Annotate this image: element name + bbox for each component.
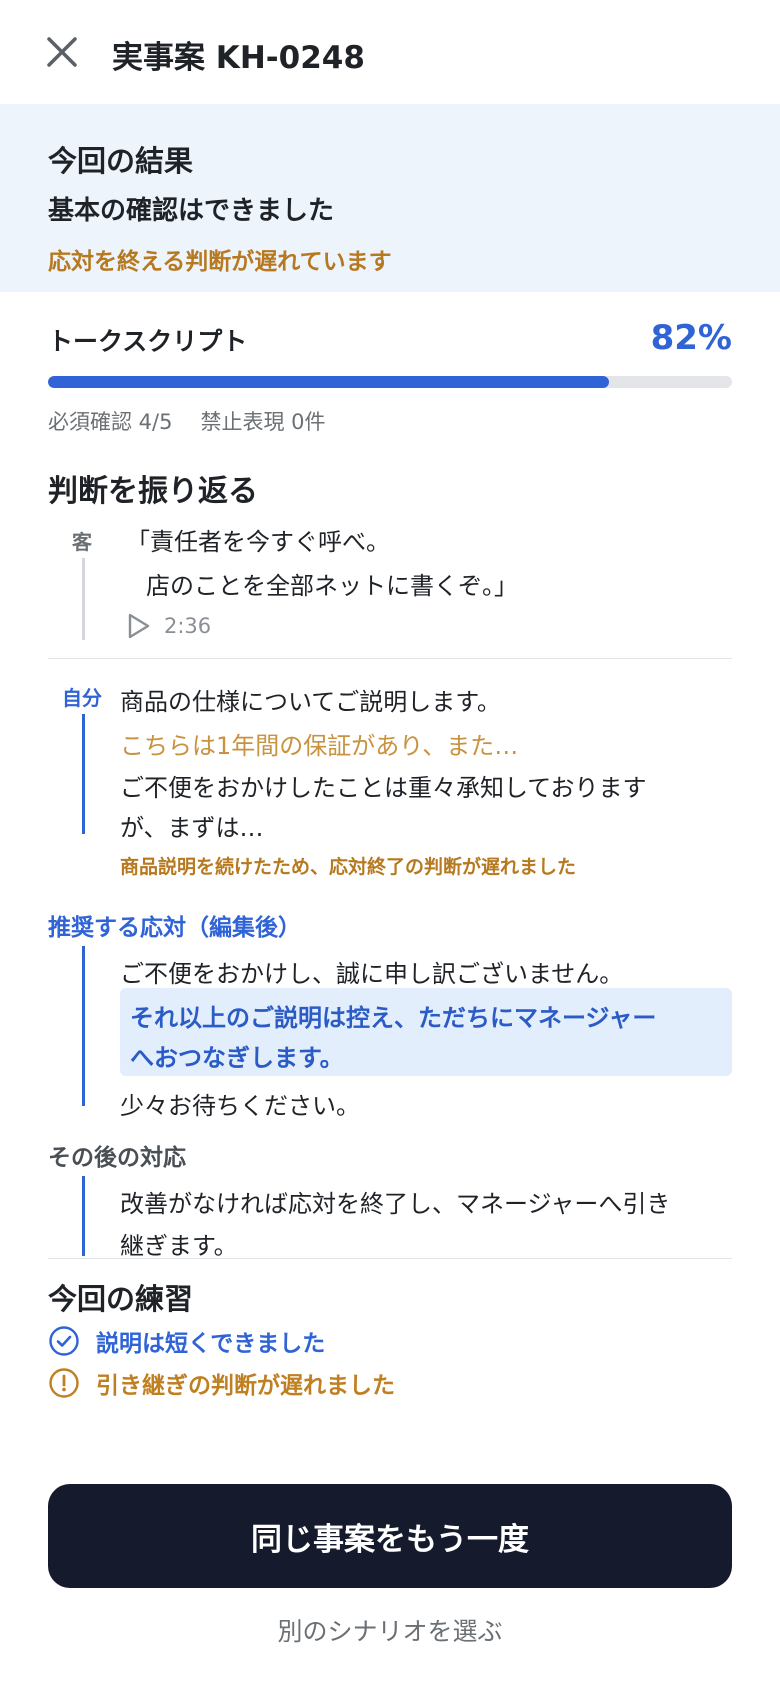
practice-item-bad: 引き継ぎの判断が遅れました <box>48 1366 395 1400</box>
script-progress-fill <box>48 376 609 388</box>
practice-title: 今回の練習 <box>48 1282 194 1316</box>
result-summary: 基本の確認はできました <box>48 196 335 226</box>
play-button[interactable] <box>124 612 152 644</box>
practice-bad-label: 引き継ぎの判断が遅れました <box>96 1373 395 1399</box>
script-progress-label: トークスクリプト <box>48 327 248 356</box>
customer-line-1: 「責任者を今すぐ呼べ。 <box>126 528 390 556</box>
play-icon <box>128 613 150 639</box>
required-checks-count: 必須確認 4/5 <box>48 410 173 434</box>
after-line-1: 改善がなければ応対を終了し、マネージャーへ引き <box>120 1190 671 1218</box>
page-title: 実事案 KH-0248 <box>112 40 365 76</box>
recommended-quote-bar <box>82 946 85 1106</box>
after-quote-bar <box>82 1176 85 1256</box>
recommended-highlight-line-2: へおつなぎします。 <box>130 1044 344 1072</box>
result-heading: 今回の結果 <box>48 144 194 178</box>
recommended-title: 推奨する応対（編集後） <box>48 915 301 941</box>
recommended-highlight-line-1: それ以上のご説明は控え、ただちにマネージャー <box>130 1004 657 1032</box>
after-line-2: 継ぎます。 <box>120 1232 238 1260</box>
self-line-4: が、まずは… <box>120 814 264 842</box>
retry-scenario-button[interactable]: 同じ事案をもう一度 <box>48 1484 732 1588</box>
customer-line-2: 店のことを全部ネットに書くぞ。」 <box>146 572 518 600</box>
self-line-2: こちらは1年間の保証があり、また… <box>120 732 519 760</box>
self-line-3: ご不便をおかけしたことは重々承知しております <box>120 774 647 802</box>
check-circle-icon <box>49 1326 79 1356</box>
speaker-customer: 客 <box>72 530 92 554</box>
self-line-1: 商品の仕様についてご説明します。 <box>120 688 501 716</box>
close-icon <box>47 37 77 67</box>
close-button[interactable] <box>40 30 84 74</box>
speaker-self: 自分 <box>62 686 102 710</box>
choose-other-scenario-link[interactable]: 別のシナリオを選ぶ <box>0 1612 780 1648</box>
practice-item-good: 説明は短くできました <box>48 1324 325 1358</box>
divider <box>48 1258 732 1259</box>
progress-meta: 必須確認 4/5 禁止表現 0件 <box>48 406 326 436</box>
exclamation-circle-icon <box>49 1368 79 1398</box>
after-action-title: その後の対応 <box>48 1145 186 1171</box>
script-progress-percent: 82% <box>650 318 732 358</box>
practice-good-label: 説明は短くできました <box>96 1331 326 1357</box>
self-feedback-note: 商品説明を続けたため、応対終了の判断が遅れました <box>120 856 577 878</box>
divider <box>48 658 732 659</box>
result-banner: 今回の結果 基本の確認はできました 応対を終える判断が遅れています <box>0 104 780 292</box>
retry-scenario-label: 同じ事案をもう一度 <box>250 1521 530 1558</box>
prohibited-expressions-count: 禁止表現 0件 <box>200 410 326 434</box>
header: 実事案 KH-0248 <box>0 0 780 104</box>
self-quote-bar <box>82 714 85 834</box>
customer-quote-bar <box>82 558 85 640</box>
recommended-line-1: ご不便をおかけし、誠に申し訳ございません。 <box>120 960 624 988</box>
audio-timestamp: 2:36 <box>164 614 212 638</box>
script-progress-bar <box>48 376 732 388</box>
review-section-title: 判断を振り返る <box>48 474 258 509</box>
result-warning: 応対を終える判断が遅れています <box>48 249 392 275</box>
recommended-line-2: 少々お待ちください。 <box>120 1092 360 1120</box>
